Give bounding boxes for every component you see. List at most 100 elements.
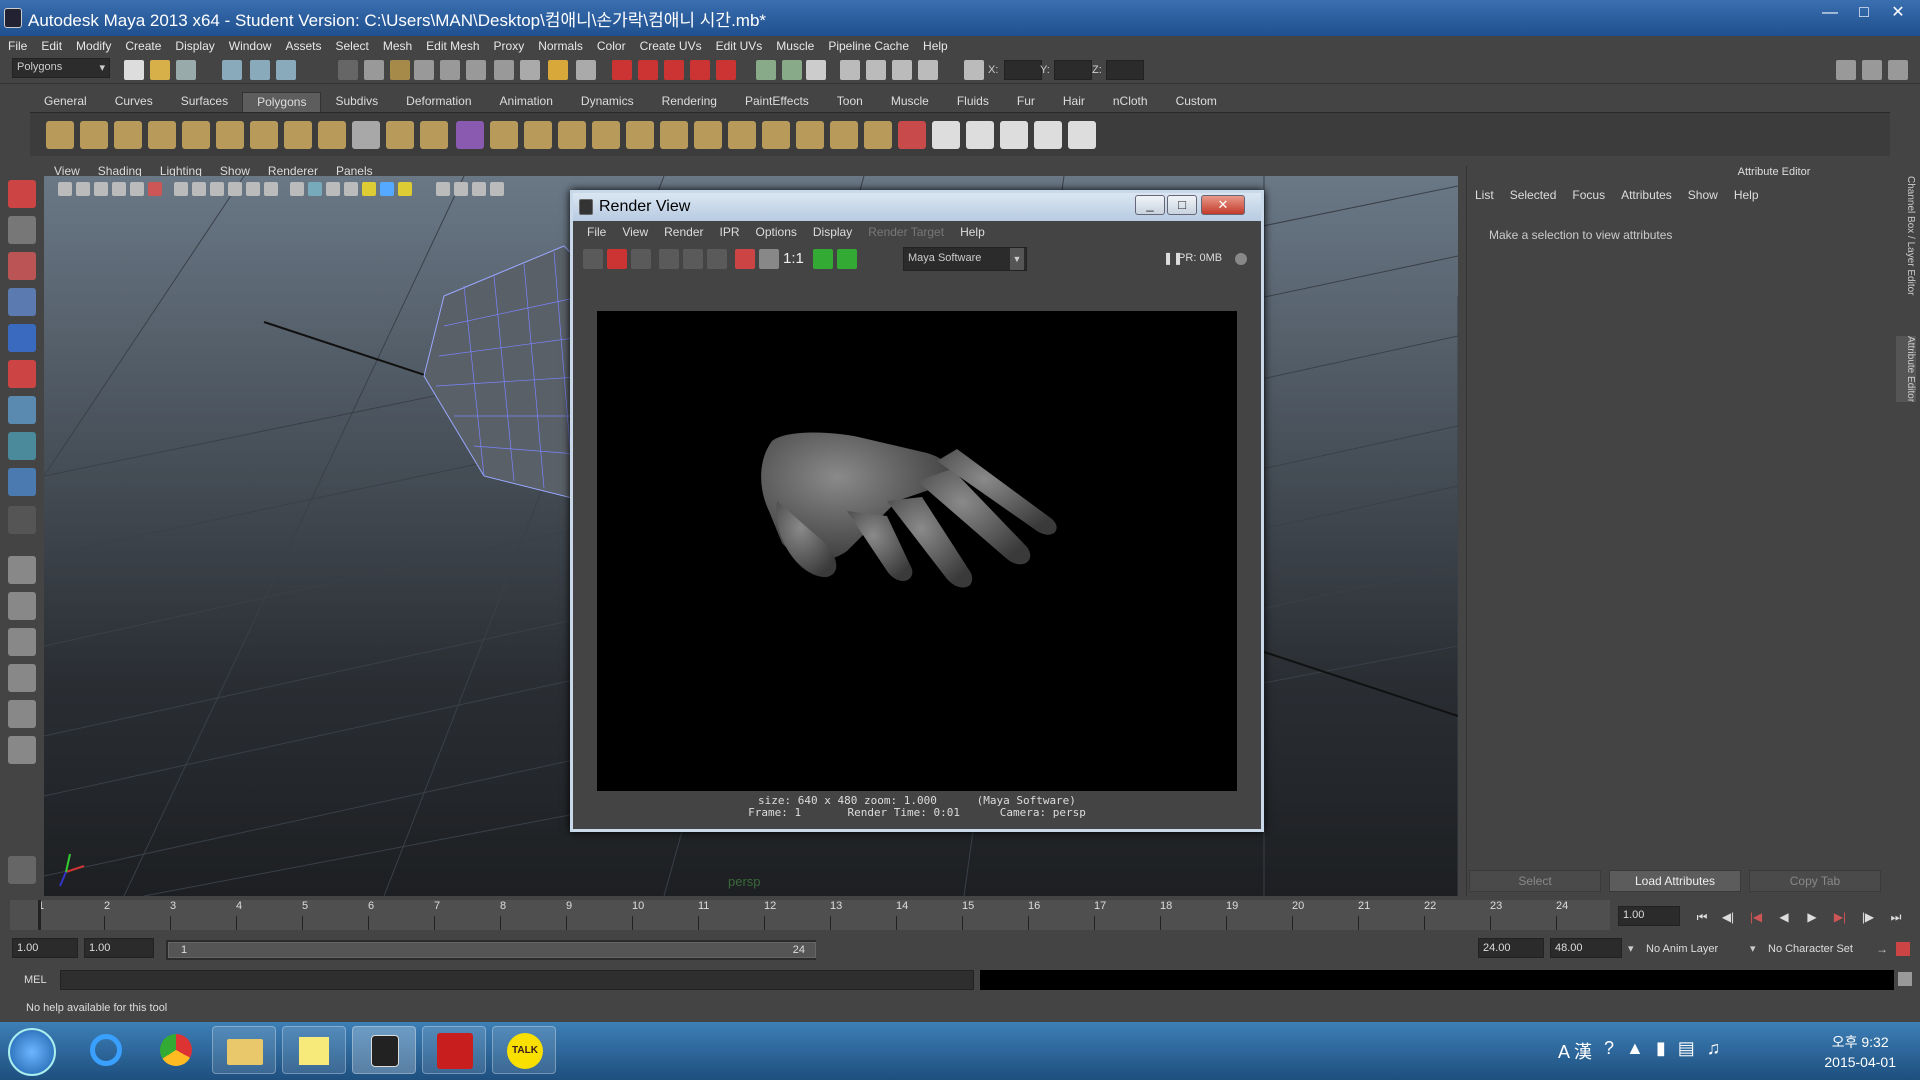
shelf-tab-fluids[interactable]: Fluids [943,92,1003,112]
isolate-select-icon[interactable] [326,182,340,196]
persp-outliner-layout-icon[interactable] [8,628,36,656]
extract-icon[interactable] [420,121,448,149]
grid-toggle-icon[interactable] [174,182,188,196]
poly-soccer-ball-icon[interactable] [318,121,346,149]
menu-file[interactable]: File [8,39,27,53]
render-view-close-button[interactable]: ✕ [1201,195,1245,215]
help-icon[interactable]: ? [1604,1038,1614,1064]
bounding-box-icon[interactable] [246,182,260,196]
load-attributes-button[interactable]: Load Attributes [1609,870,1741,892]
rv-menu-render[interactable]: Render [664,225,703,243]
rv-menu-view[interactable]: View [622,225,648,243]
windows-start-icon[interactable] [8,1028,56,1076]
menu-create-uvs[interactable]: Create UVs [640,39,702,53]
hud-icon[interactable] [436,182,450,196]
chevron-down-icon[interactable]: ▾ [1750,942,1756,955]
snapshot-icon[interactable] [631,249,651,269]
handle-icon[interactable] [364,60,384,80]
time-slider[interactable]: 1 2 3 4 5 6 7 8 9 10 11 12 13 14 15 16 17 18 19 20 21 22 23 24 [10,900,1610,930]
render-settings-icon[interactable] [892,60,912,80]
chrome-icon[interactable] [144,1026,208,1074]
input-ops-icon[interactable] [782,60,802,80]
menu-modify[interactable]: Modify [76,39,111,53]
rv-menu-display[interactable]: Display [813,225,852,243]
combine-icon[interactable] [352,121,380,149]
ime-language-icon[interactable]: A 漢 [1558,1038,1592,1064]
sticky-notes-icon[interactable] [282,1026,346,1074]
move-tool-icon[interactable] [8,288,36,316]
refresh-icon[interactable] [683,249,703,269]
shelf-tab-toon[interactable]: Toon [823,92,877,112]
rv-menu-ipr[interactable]: IPR [720,225,740,243]
show-manipulator-icon[interactable] [8,468,36,496]
animation-end-field[interactable]: 48.00 [1550,938,1622,958]
rendering-mask-icon[interactable] [520,60,540,80]
remove-image-icon[interactable] [837,249,857,269]
menu-display[interactable]: Display [175,39,214,53]
lasso-tool-icon[interactable] [8,216,36,244]
append-polygon-icon[interactable] [626,121,654,149]
render-view-maximize-button[interactable]: □ [1167,195,1197,215]
menu-window[interactable]: Window [229,39,272,53]
film-gate-icon[interactable] [130,182,144,196]
internet-explorer-icon[interactable] [74,1026,138,1074]
uv-texture-editor-icon[interactable] [1068,121,1096,149]
channel-box-tab[interactable]: Channel Box / Layer Editor [1896,176,1916,296]
xray-icon[interactable] [290,182,304,196]
triangulate-icon[interactable] [864,121,892,149]
network-icon[interactable]: ▤ [1678,1038,1695,1064]
automatic-mapping-icon[interactable] [1034,121,1062,149]
maya-taskbar-icon[interactable] [352,1026,416,1074]
render-frame-icon[interactable] [840,60,860,80]
render-region-icon[interactable] [607,249,627,269]
anim-layer-dropdown[interactable]: No Anim Layer [1646,943,1718,955]
mirror-geometry-icon[interactable] [524,121,552,149]
menu-edit-uvs[interactable]: Edit UVs [716,39,763,53]
safe-action-icon[interactable] [490,182,504,196]
play-backwards-icon[interactable]: ◀ [1774,910,1794,924]
default-light-icon[interactable] [362,182,376,196]
ae-menu-attributes[interactable]: Attributes [1621,188,1672,202]
show-attribute-editor-icon[interactable] [1836,60,1856,80]
script-editor-icon[interactable] [1898,972,1912,986]
soften-edge-icon[interactable] [898,121,926,149]
ae-menu-help[interactable]: Help [1734,188,1759,202]
animation-preferences-icon[interactable] [1896,942,1910,956]
minimize-button[interactable]: — [1814,2,1846,26]
range-slider-handle[interactable]: 1 24 [168,942,816,958]
menu-assets[interactable]: Assets [285,39,321,53]
persp-hypershade-layout-icon[interactable] [8,700,36,728]
ae-menu-list[interactable]: List [1475,188,1494,202]
spherical-mapping-icon[interactable] [1000,121,1028,149]
step-forward-key-icon[interactable]: ▶| [1830,910,1850,924]
select-hierarchy-icon[interactable] [222,60,242,80]
menuset-dropdown[interactable]: Polygons ▾ [12,58,110,78]
playback-end-field[interactable]: 24.00 [1478,938,1544,958]
poly-cube-icon[interactable] [80,121,108,149]
go-to-start-icon[interactable]: ⏮ [1692,910,1712,924]
persp-graph-layout-icon[interactable] [8,664,36,692]
insert-edge-loop-icon[interactable] [694,121,722,149]
joint-mask-icon[interactable] [390,60,410,80]
resolution-gate-icon[interactable] [148,182,162,196]
shelf-tab-ncloth[interactable]: nCloth [1099,92,1162,112]
ae-menu-selected[interactable]: Selected [1510,188,1557,202]
shelf-tab-deformation[interactable]: Deformation [392,92,485,112]
shelf-tab-polygons[interactable]: Polygons [242,92,322,112]
snap-curve-icon[interactable] [638,60,658,80]
render-settings-icon[interactable] [707,249,727,269]
tool-settings-icon[interactable] [8,856,36,884]
mel-label[interactable]: MEL [24,974,47,986]
menu-edit-mesh[interactable]: Edit Mesh [426,39,479,53]
menu-help[interactable]: Help [923,39,948,53]
xray-joints-icon[interactable] [308,182,322,196]
poly-sphere-icon[interactable] [46,121,74,149]
select-camera-icon[interactable] [58,182,72,196]
menu-normals[interactable]: Normals [538,39,583,53]
shelf-tab-custom[interactable]: Custom [1162,92,1231,112]
gate-mask-icon[interactable] [472,182,486,196]
ipr-render-icon[interactable] [659,249,679,269]
manipulator-tool-icon[interactable] [8,396,36,424]
acrobat-icon[interactable] [422,1026,486,1074]
battery-icon[interactable]: ▮ [1656,1038,1666,1064]
